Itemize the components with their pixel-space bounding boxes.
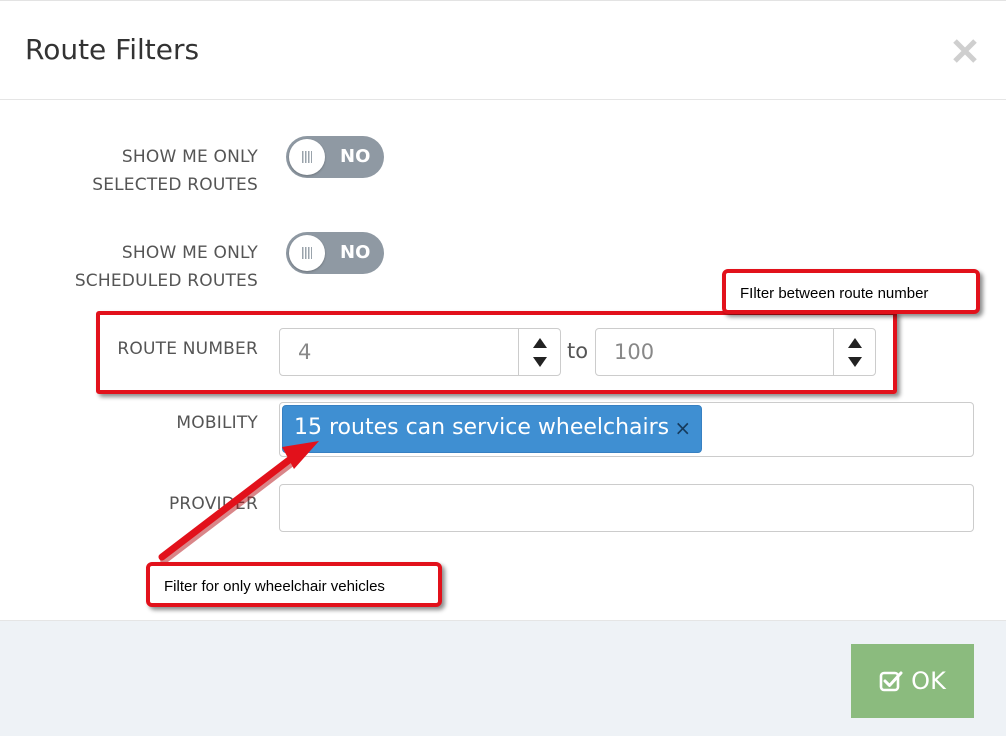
selected-routes-label-line2: SELECTED ROUTES xyxy=(92,175,258,195)
dialog-header: Route Filters xyxy=(0,1,1006,100)
dialog-title: Route Filters xyxy=(25,33,200,66)
mobility-tag-text: 15 routes can service wheelchairs xyxy=(294,415,670,440)
selected-routes-toggle[interactable]: NO xyxy=(286,136,384,178)
selected-routes-label-line1: SHOW ME ONLY xyxy=(121,147,258,167)
provider-select[interactable] xyxy=(279,484,974,532)
route-number-callout: FIlter between route number xyxy=(722,269,980,314)
mobility-select[interactable]: 15 routes can service wheelchairs × xyxy=(279,402,974,457)
dialog-footer: OK xyxy=(0,620,1006,736)
ok-button[interactable]: OK xyxy=(851,644,974,718)
selected-routes-label: SHOW ME ONLY SELECTED ROUTES xyxy=(40,143,258,199)
selected-routes-toggle-state: NO xyxy=(340,146,371,167)
ok-button-label: OK xyxy=(911,667,946,695)
scheduled-routes-label-line2: SCHEDULED ROUTES xyxy=(74,271,258,291)
mobility-selected-tag: 15 routes can service wheelchairs × xyxy=(282,405,703,453)
route-number-highlight xyxy=(96,311,897,394)
provider-label: PROVIDER xyxy=(168,494,258,514)
scheduled-routes-toggle[interactable]: NO xyxy=(286,232,384,274)
route-number-callout-text: FIlter between route number xyxy=(740,285,929,302)
toggle-knob xyxy=(289,139,325,175)
grip-icon xyxy=(302,151,312,163)
grip-icon xyxy=(302,247,312,259)
scheduled-routes-label-line1: SHOW ME ONLY xyxy=(121,243,258,263)
tag-remove-icon[interactable]: × xyxy=(674,406,691,450)
route-filters-dialog: Route Filters SHOW ME ONLY SELECTED ROUT… xyxy=(0,0,1006,736)
mobility-callout-text: Filter for only wheelchair vehicles xyxy=(164,578,385,595)
mobility-label: MOBILITY xyxy=(176,413,258,433)
checkbox-check-icon xyxy=(879,671,903,692)
toggle-knob xyxy=(289,235,325,271)
close-icon xyxy=(953,39,977,63)
close-button[interactable] xyxy=(948,34,982,68)
scheduled-routes-label: SHOW ME ONLY SCHEDULED ROUTES xyxy=(40,239,258,295)
ok-button-content: OK xyxy=(851,667,974,695)
mobility-callout: Filter for only wheelchair vehicles xyxy=(146,562,442,607)
scheduled-routes-toggle-state: NO xyxy=(340,242,371,263)
